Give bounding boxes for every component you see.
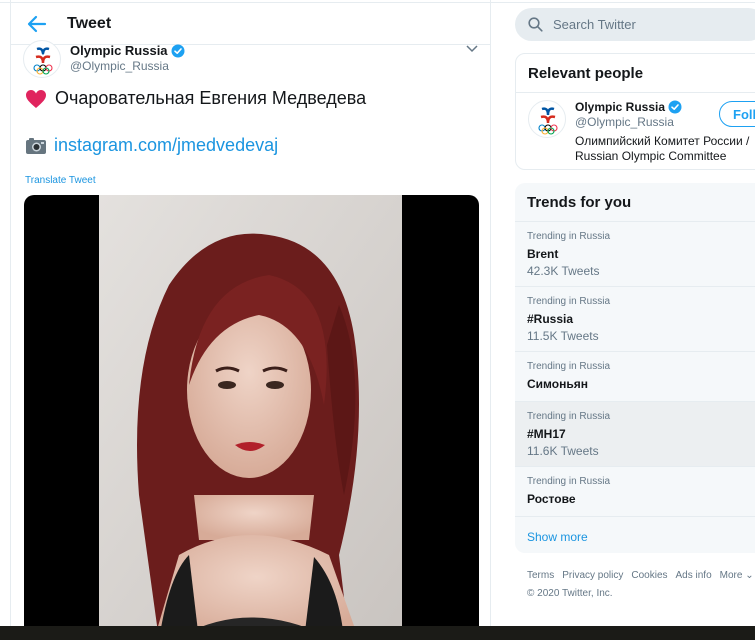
relevant-person-name-text: Olympic Russia: [575, 100, 666, 114]
relevant-person-avatar[interactable]: [528, 100, 566, 138]
trend-name: Brent: [527, 247, 559, 261]
heart-icon: [26, 89, 46, 108]
trend-count: 11.5K Tweets: [527, 329, 599, 343]
author-avatar[interactable]: [23, 40, 61, 78]
verified-badge-icon: [171, 44, 185, 57]
trend-item[interactable]: Trending in Russia #Russia 11.5K Tweets: [515, 287, 755, 352]
tweet-header: Tweet: [11, 3, 490, 45]
translate-tweet-link[interactable]: Translate Tweet: [25, 175, 96, 186]
trend-item[interactable]: Trending in Russia #MH17 11.6K Tweets: [515, 402, 755, 467]
relevant-people-title: Relevant people: [516, 54, 755, 93]
trends-card: Trends for you Trending in Russia Brent …: [515, 183, 755, 553]
trend-item[interactable]: Trending in Russia Ростове: [515, 467, 755, 517]
footer-links: Terms Privacy policy Cookies Ads info Mo…: [527, 570, 755, 581]
trend-context: Trending in Russia: [527, 231, 611, 242]
trend-context: Trending in Russia: [527, 361, 611, 372]
trend-name: Ростове: [527, 492, 576, 506]
main-column: Tweet Olympic Russia @Olympic_Russia Оча…: [10, 0, 491, 640]
bottom-background-strip: [0, 626, 755, 640]
footer-link-terms[interactable]: Terms: [527, 570, 554, 581]
trends-title: Trends for you: [515, 183, 755, 222]
trend-count: 11.6K Tweets: [527, 444, 599, 458]
copyright: © 2020 Twitter, Inc.: [527, 588, 613, 599]
footer-link-cookies[interactable]: Cookies: [631, 570, 667, 581]
relevant-person-name[interactable]: Olympic Russia: [575, 100, 682, 114]
tweet-link-line: instagram.com/jmedvedevaj: [25, 135, 278, 156]
search-icon: [528, 17, 543, 32]
olympic-committee-logo-icon: [538, 107, 558, 135]
search-input[interactable]: [553, 8, 753, 41]
tweet-text-line: Очаровательная Евгения Медведева: [25, 88, 366, 109]
chevron-down-icon[interactable]: [466, 44, 478, 54]
author-name-text: Olympic Russia: [70, 43, 168, 58]
trend-count: 42.3K Tweets: [527, 264, 600, 278]
footer-link-more[interactable]: More ⌄: [720, 570, 754, 581]
instagram-link[interactable]: instagram.com/jmedvedevaj: [54, 135, 278, 156]
tweet-photo[interactable]: [24, 195, 479, 640]
relevant-person-bio: Олимпийский Комитет России / Russian Oly…: [575, 134, 755, 164]
trend-name: #Russia: [527, 312, 574, 326]
trend-context: Trending in Russia: [527, 296, 611, 307]
footer-link-privacy[interactable]: Privacy policy: [562, 570, 623, 581]
footer-link-ads-info[interactable]: Ads info: [676, 570, 712, 581]
olympic-committee-logo-icon: [33, 47, 53, 75]
show-more-link[interactable]: Show more: [515, 517, 755, 553]
footer: Terms Privacy policy Cookies Ads info Mo…: [527, 570, 755, 599]
verified-badge-icon: [668, 100, 682, 114]
search-bar[interactable]: [515, 8, 755, 41]
trend-name: Симоньян: [527, 377, 588, 391]
trend-context: Trending in Russia: [527, 476, 611, 487]
trend-context: Trending in Russia: [527, 411, 611, 422]
follow-button[interactable]: Follow: [719, 101, 755, 127]
relevant-people-card: Relevant people Olympic Russia @Olympic_…: [515, 53, 755, 170]
author-name[interactable]: Olympic Russia: [70, 43, 185, 58]
portrait-photo: [99, 195, 402, 640]
trend-item[interactable]: Trending in Russia Brent 42.3K Tweets: [515, 222, 755, 287]
relevant-person-handle[interactable]: @Olympic_Russia: [575, 115, 674, 129]
back-arrow-icon[interactable]: [25, 13, 49, 35]
bio-line: Олимпийский Комитет России /: [575, 134, 750, 148]
tweet-text: Очаровательная Евгения Медведева: [55, 88, 367, 108]
trend-item[interactable]: Trending in Russia Симоньян: [515, 352, 755, 402]
page-title: Tweet: [67, 15, 112, 32]
bio-line: Russian Olympic Committee: [575, 149, 727, 163]
author-handle[interactable]: @Olympic_Russia: [70, 59, 169, 73]
camera-icon: [26, 137, 46, 154]
trend-name: #MH17: [527, 427, 566, 441]
